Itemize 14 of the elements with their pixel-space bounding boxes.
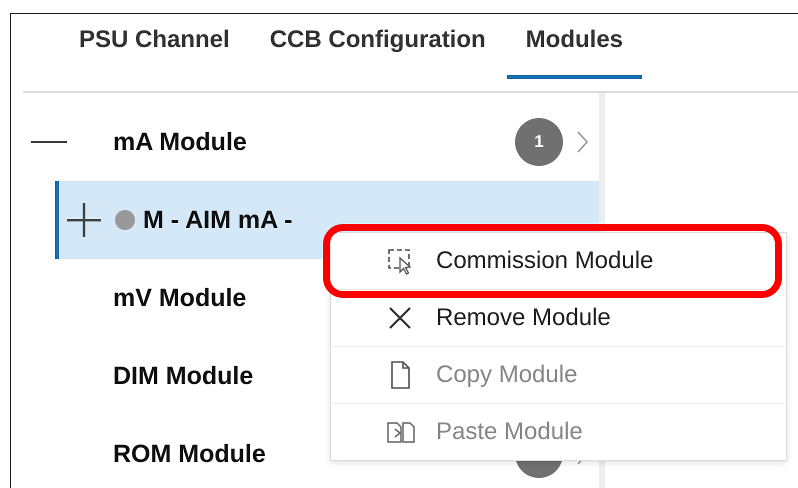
tab[interactable]: PSU Channel <box>60 14 249 79</box>
tree-item-label: DIM Module <box>113 362 254 390</box>
tree-item-label: ROM Module <box>113 440 266 468</box>
tree-item-label: mA Module <box>113 128 247 156</box>
tree-item-label: M - AIM mA - <box>143 206 293 234</box>
tab[interactable]: CCB Configuration <box>250 14 505 79</box>
chevron-right-icon[interactable] <box>577 131 589 153</box>
count-badge: 1 <box>515 118 563 166</box>
expand-icon[interactable] <box>67 203 101 237</box>
menu-item[interactable]: Commission Module <box>331 233 786 290</box>
menu-item[interactable]: Remove Module <box>331 290 786 347</box>
tab[interactable]: Modules <box>506 14 642 79</box>
tree-item-label: mV Module <box>113 284 246 312</box>
collapse-icon[interactable] <box>31 140 67 144</box>
